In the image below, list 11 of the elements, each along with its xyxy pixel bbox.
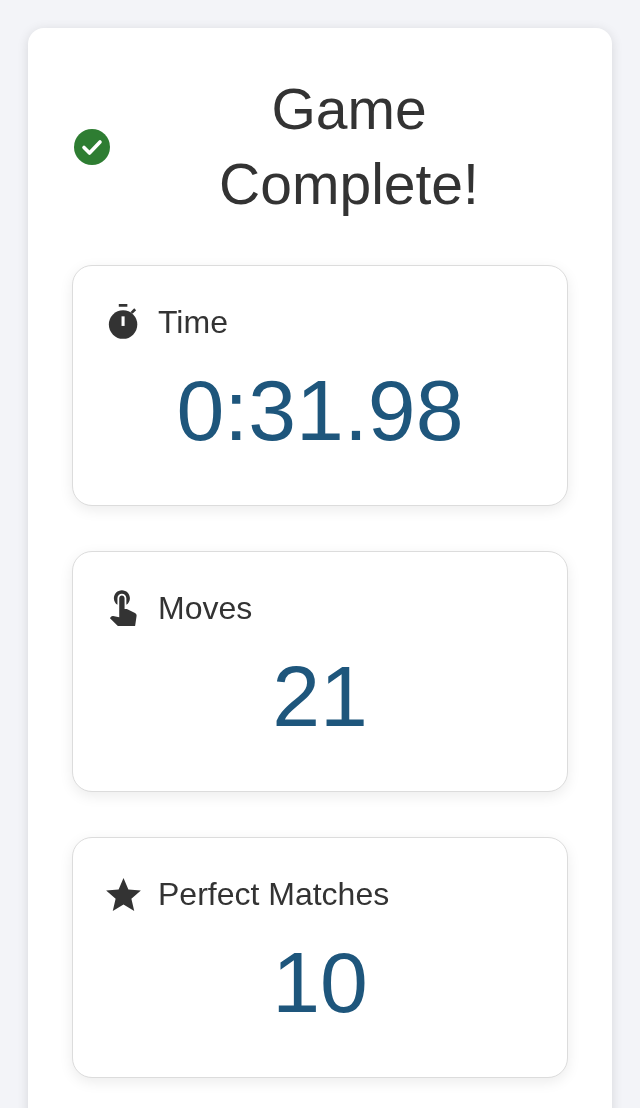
stat-value: 0:31.98: [176, 361, 464, 460]
stat-value: 10: [272, 933, 368, 1032]
stat-value: 21: [272, 647, 368, 746]
check-circle-icon: [74, 129, 110, 165]
stat-label: Moves: [158, 589, 253, 628]
stat-label: Time: [158, 303, 228, 342]
stat-label: Perfect Matches: [158, 875, 390, 914]
star-icon: [105, 877, 141, 911]
stopwatch-icon: [107, 304, 139, 340]
tapping-hand-icon: [109, 590, 137, 626]
page-title: Game Complete!: [218, 76, 480, 218]
